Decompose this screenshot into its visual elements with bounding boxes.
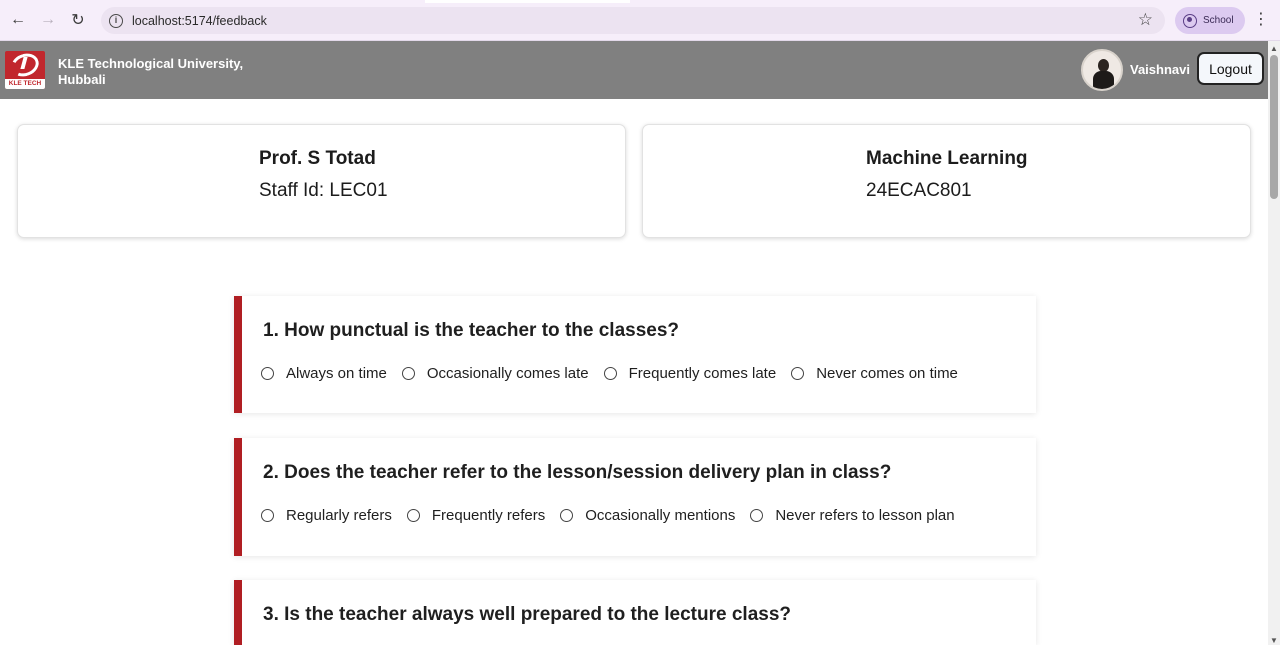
page-scrollbar[interactable]: ▲ ▼ [1268, 41, 1280, 645]
scroll-down-icon[interactable]: ▼ [1270, 636, 1278, 645]
radio-button[interactable] [401, 367, 415, 380]
question-accent-bar [234, 438, 242, 556]
question-text: 2. Does the teacher refer to the lesson/… [263, 462, 892, 483]
radio-button[interactable] [791, 367, 805, 380]
teacher-card: Prof. S Totad Staff Id: LEC01 [17, 124, 626, 238]
answer-option[interactable]: Never refers to lesson plan [750, 507, 955, 524]
radio-button[interactable] [750, 509, 764, 522]
avatar[interactable] [1081, 49, 1123, 91]
answer-option[interactable]: Occasionally mentions [560, 507, 735, 524]
active-tab-edge [425, 0, 630, 3]
answer-option[interactable]: Always on time [261, 365, 387, 382]
answer-label[interactable]: Never comes on time [816, 365, 958, 382]
question-text: 3. Is the teacher always well prepared t… [263, 604, 792, 625]
radio-button[interactable] [406, 509, 420, 522]
answer-option[interactable]: Never comes on time [791, 365, 958, 382]
question-card: 3. Is the teacher always well prepared t… [234, 580, 1036, 645]
answer-label[interactable]: Occasionally mentions [585, 507, 735, 524]
browser-menu-icon[interactable]: ⋮ [1253, 12, 1269, 30]
scrollbar-thumb[interactable] [1270, 55, 1278, 199]
course-code: 24ECAC801 [866, 180, 972, 201]
radio-button[interactable] [603, 367, 617, 380]
question-accent-bar [234, 296, 242, 413]
site-info-icon[interactable]: i [109, 13, 123, 28]
answer-option[interactable]: Occasionally comes late [401, 365, 589, 382]
answer-option[interactable]: Frequently refers [406, 507, 545, 524]
question-text: 1. How punctual is the teacher to the cl… [263, 320, 680, 341]
answer-label[interactable]: Never refers to lesson plan [775, 507, 954, 524]
answer-label[interactable]: Frequently comes late [629, 365, 777, 382]
avatar-body [1093, 71, 1114, 89]
answer-label[interactable]: Regularly refers [286, 507, 392, 524]
profile-icon [1183, 13, 1197, 28]
reload-icon[interactable]: ↻ [67, 9, 89, 31]
radio-button[interactable] [261, 509, 274, 522]
question-card: 2. Does the teacher refer to the lesson/… [234, 438, 1036, 556]
answer-option[interactable]: Regularly refers [261, 507, 392, 524]
answer-label[interactable]: Frequently refers [432, 507, 545, 524]
staff-id: Staff Id: LEC01 [259, 180, 388, 201]
profile-label: School [1203, 15, 1234, 26]
course-name: Machine Learning [866, 148, 1028, 169]
answer-label[interactable]: Always on time [286, 365, 387, 382]
scroll-up-icon[interactable]: ▲ [1270, 44, 1278, 53]
back-icon[interactable]: ← [7, 9, 29, 31]
app-header: KLE TECH KLE Technological University, H… [0, 41, 1268, 99]
teacher-name: Prof. S Totad [259, 148, 376, 169]
tab-strip [0, 0, 1280, 3]
user-name: Vaishnavi [1130, 62, 1190, 77]
university-logo: KLE TECH [5, 51, 45, 89]
address-bar[interactable]: i localhost:5174/feedback ☆ [101, 7, 1165, 34]
radio-button[interactable] [261, 367, 274, 380]
answer-option[interactable]: Frequently comes late [603, 365, 777, 382]
question-card: 1. How punctual is the teacher to the cl… [234, 296, 1036, 413]
radio-button[interactable] [560, 509, 574, 522]
answer-label[interactable]: Occasionally comes late [427, 365, 589, 382]
browser-toolbar: ← → ↻ i localhost:5174/feedback ☆ School… [0, 0, 1280, 41]
answer-options: Regularly refers Frequently refers Occas… [261, 507, 970, 524]
url-text[interactable]: localhost:5174/feedback [132, 14, 267, 28]
question-accent-bar [234, 580, 242, 645]
profile-button[interactable]: School [1175, 7, 1245, 34]
answer-options: Always on time Occasionally comes late F… [261, 365, 973, 382]
bookmark-star-icon[interactable]: ☆ [1138, 10, 1153, 30]
university-name: KLE Technological University, Hubbali [58, 56, 244, 87]
forward-icon[interactable]: → [37, 9, 59, 31]
logo-text: KLE TECH [5, 79, 45, 89]
course-card: Machine Learning 24ECAC801 [642, 124, 1251, 238]
logout-button[interactable]: Logout [1197, 52, 1264, 85]
